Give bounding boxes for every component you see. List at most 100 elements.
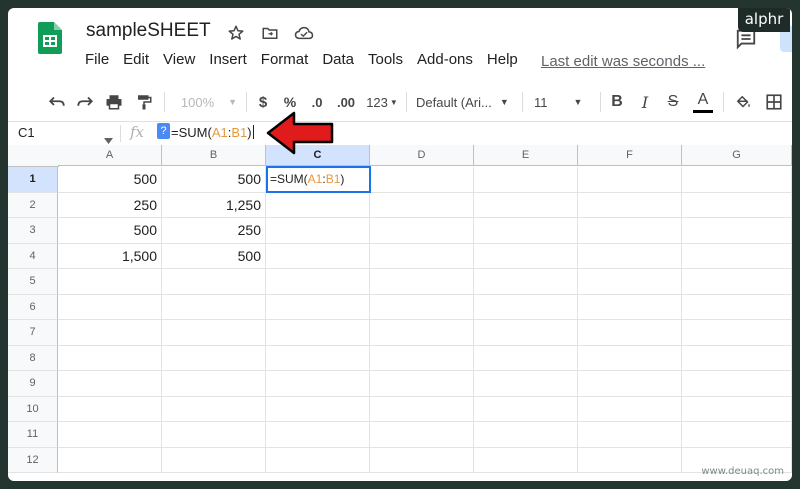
column-header-a[interactable]: A	[58, 145, 162, 166]
fill-color-icon[interactable]	[732, 83, 754, 121]
grid-cell[interactable]	[578, 396, 682, 422]
grid-cell[interactable]	[474, 269, 578, 295]
grid-cell[interactable]	[578, 243, 682, 269]
menu-addons[interactable]: Add-ons	[417, 51, 473, 68]
name-box[interactable]: C1	[18, 125, 35, 140]
cell-a1[interactable]: 500	[58, 167, 162, 193]
grid-cell[interactable]	[682, 218, 792, 244]
menu-insert[interactable]: Insert	[209, 51, 247, 68]
grid-cell[interactable]	[266, 243, 370, 269]
row-header-1[interactable]: 1	[8, 167, 58, 193]
grid-cell[interactable]	[266, 269, 370, 295]
grid-cell[interactable]	[682, 371, 792, 397]
sheet-grid[interactable]: A B C D E F G 1 2 3 4 5 6 7 8 9 10 11 12…	[8, 145, 792, 481]
grid-cell[interactable]	[370, 243, 474, 269]
bold-button[interactable]: B	[607, 83, 627, 121]
grid-cell[interactable]	[58, 320, 162, 346]
menu-view[interactable]: View	[163, 51, 195, 68]
borders-icon[interactable]	[763, 83, 785, 121]
grid-cell[interactable]	[266, 218, 370, 244]
grid-cell[interactable]	[370, 320, 474, 346]
grid-cell[interactable]	[474, 192, 578, 218]
grid-cell[interactable]	[58, 345, 162, 371]
grid-cell[interactable]	[578, 447, 682, 473]
move-folder-icon[interactable]	[259, 22, 281, 44]
sheets-logo-icon[interactable]	[38, 22, 62, 54]
grid-cell[interactable]	[578, 422, 682, 448]
cell-a2[interactable]: 250	[58, 192, 162, 218]
grid-cell[interactable]	[162, 345, 266, 371]
grid-cell[interactable]	[474, 422, 578, 448]
menu-format[interactable]: Format	[261, 51, 309, 68]
cell-b2[interactable]: 1,250	[162, 192, 266, 218]
grid-cell[interactable]	[474, 218, 578, 244]
row-header-6[interactable]: 6	[8, 294, 58, 320]
increase-decimal-button[interactable]: .00	[333, 83, 359, 121]
menu-help[interactable]: Help	[487, 51, 518, 68]
grid-cell[interactable]	[370, 192, 474, 218]
row-header-4[interactable]: 4	[8, 243, 58, 269]
grid-cell[interactable]	[162, 422, 266, 448]
cell-a4[interactable]: 1,500	[58, 243, 162, 269]
row-header-7[interactable]: 7	[8, 320, 58, 346]
grid-cell[interactable]	[578, 294, 682, 320]
column-header-e[interactable]: E	[474, 145, 578, 166]
formula-help-icon[interactable]: ?	[157, 123, 170, 139]
row-header-10[interactable]: 10	[8, 396, 58, 422]
menu-edit[interactable]: Edit	[123, 51, 149, 68]
select-all-corner[interactable]	[8, 145, 59, 167]
grid-cell[interactable]	[58, 447, 162, 473]
column-header-f[interactable]: F	[578, 145, 682, 166]
italic-button[interactable]: I	[635, 83, 655, 121]
grid-cell[interactable]	[578, 371, 682, 397]
grid-cell[interactable]	[266, 320, 370, 346]
grid-cell[interactable]	[58, 294, 162, 320]
grid-cell[interactable]	[162, 396, 266, 422]
grid-cell[interactable]	[58, 269, 162, 295]
grid-cell[interactable]	[266, 447, 370, 473]
grid-cell[interactable]	[682, 294, 792, 320]
grid-cell[interactable]	[370, 422, 474, 448]
column-header-b[interactable]: B	[162, 145, 266, 166]
grid-cell[interactable]	[682, 345, 792, 371]
undo-icon[interactable]	[46, 83, 68, 121]
grid-cell[interactable]	[162, 447, 266, 473]
grid-cell[interactable]	[682, 192, 792, 218]
cell-b4[interactable]: 500	[162, 243, 266, 269]
grid-cell[interactable]	[370, 447, 474, 473]
grid-cell[interactable]	[58, 422, 162, 448]
menu-data[interactable]: Data	[322, 51, 354, 68]
grid-cell[interactable]	[682, 243, 792, 269]
cloud-saved-icon[interactable]	[293, 22, 315, 44]
grid-cell[interactable]	[58, 396, 162, 422]
grid-cell[interactable]	[370, 396, 474, 422]
cell-b3[interactable]: 250	[162, 218, 266, 244]
grid-cell[interactable]	[578, 167, 682, 193]
grid-cell[interactable]	[474, 345, 578, 371]
row-header-11[interactable]: 11	[8, 422, 58, 448]
row-header-9[interactable]: 9	[8, 371, 58, 397]
font-size-select[interactable]: 11 ▼	[534, 83, 594, 121]
grid-cell[interactable]	[682, 167, 792, 193]
grid-cell[interactable]	[162, 269, 266, 295]
grid-cell[interactable]	[474, 320, 578, 346]
grid-cell[interactable]	[578, 269, 682, 295]
formula-input[interactable]: =SUM(A1:B1)	[171, 125, 254, 140]
column-header-g[interactable]: G	[682, 145, 792, 166]
grid-cell[interactable]	[370, 371, 474, 397]
strikethrough-button[interactable]: S	[663, 83, 683, 121]
grid-cell[interactable]	[266, 345, 370, 371]
font-select[interactable]: Default (Ari... ▼	[416, 83, 516, 121]
text-color-button[interactable]: A	[692, 83, 714, 121]
print-icon[interactable]	[103, 83, 125, 121]
zoom-select[interactable]: 100% ▼	[178, 83, 240, 121]
row-header-2[interactable]: 2	[8, 192, 58, 218]
last-edit-link[interactable]: Last edit was seconds ...	[541, 53, 705, 70]
grid-cell[interactable]	[266, 192, 370, 218]
grid-cell[interactable]	[682, 269, 792, 295]
grid-cell[interactable]	[474, 371, 578, 397]
cell-b1[interactable]: 500	[162, 167, 266, 193]
document-title[interactable]: sampleSHEET	[86, 20, 211, 42]
star-icon[interactable]	[225, 22, 247, 44]
grid-cell[interactable]	[370, 345, 474, 371]
